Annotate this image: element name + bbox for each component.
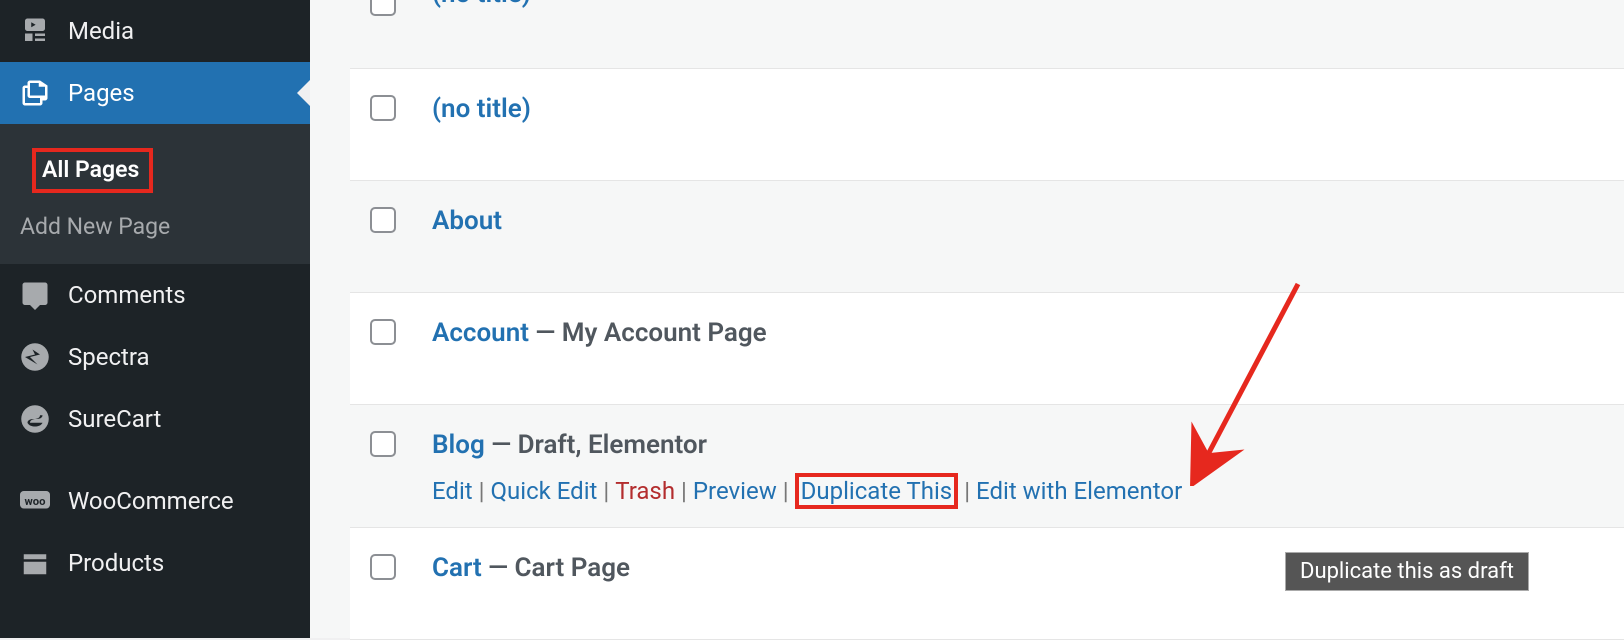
pages-icon <box>20 78 50 108</box>
page-title-suffix: — My Account Page <box>529 318 767 348</box>
action-duplicate[interactable]: Duplicate This <box>801 477 953 505</box>
page-title-link[interactable]: (no title) <box>432 0 531 9</box>
spectra-icon <box>20 342 50 372</box>
page-title-link[interactable]: Account <box>432 318 529 348</box>
products-icon <box>20 548 50 578</box>
sidebar-item-comments[interactable]: Comments <box>0 264 310 326</box>
sidebar-submenu: All Pages Add New Page <box>0 124 310 264</box>
main-content: (no title) (no title) About <box>310 0 1624 638</box>
duplicate-highlight: Duplicate This <box>795 473 959 509</box>
media-icon <box>20 16 50 46</box>
action-edit-elementor[interactable]: Edit with Elementor <box>976 477 1182 505</box>
action-quick-edit[interactable]: Quick Edit <box>491 477 598 505</box>
svg-text:woo: woo <box>25 495 46 508</box>
submenu-all-pages[interactable]: All Pages <box>0 138 310 203</box>
sidebar-item-label: Comments <box>68 281 186 309</box>
table-row: Account — My Account Page <box>350 293 1624 405</box>
page-title-link[interactable]: Blog <box>432 430 485 460</box>
row-checkbox[interactable] <box>370 0 396 16</box>
action-preview[interactable]: Preview <box>693 477 777 505</box>
page-title-link[interactable]: (no title) <box>432 94 531 124</box>
all-pages-highlight: All Pages <box>32 148 153 193</box>
page-title-suffix: — Cart Page <box>482 553 630 583</box>
tooltip: Duplicate this as draft <box>1285 552 1529 591</box>
page-title-suffix: — Draft, Elementor <box>485 430 707 460</box>
sidebar-item-label: Pages <box>68 79 135 107</box>
sidebar-item-pages[interactable]: Pages <box>0 62 310 124</box>
sidebar-item-label: SureCart <box>68 405 161 433</box>
table-row: (no title) <box>350 0 1624 69</box>
sidebar-item-label: Products <box>68 549 164 577</box>
sidebar-item-spectra[interactable]: Spectra <box>0 326 310 388</box>
page-title-link[interactable]: Cart <box>432 553 482 583</box>
sidebar-item-surecart[interactable]: SureCart <box>0 388 310 450</box>
sidebar-item-label: Media <box>68 17 134 45</box>
row-checkbox[interactable] <box>370 95 396 121</box>
page-title-link[interactable]: About <box>432 206 502 236</box>
sidebar-item-woocommerce[interactable]: woo WooCommerce <box>0 470 310 532</box>
sidebar-item-media[interactable]: Media <box>0 0 310 62</box>
table-row: Blog — Draft, Elementor Edit|Quick Edit|… <box>350 405 1624 528</box>
table-row: (no title) <box>350 69 1624 181</box>
submenu-add-new[interactable]: Add New Page <box>0 203 310 250</box>
woo-icon: woo <box>20 486 50 516</box>
sidebar-item-label: WooCommerce <box>68 487 234 515</box>
admin-sidebar: Media Pages All Pages Add New Page Comme… <box>0 0 310 638</box>
sidebar-item-products[interactable]: Products <box>0 532 310 594</box>
row-actions: Edit|Quick Edit|Trash|Preview|Duplicate … <box>432 473 1604 509</box>
table-row: About <box>350 181 1624 293</box>
row-checkbox[interactable] <box>370 431 396 457</box>
comments-icon <box>20 280 50 310</box>
sidebar-item-label: Spectra <box>68 343 150 371</box>
action-trash[interactable]: Trash <box>615 477 675 505</box>
row-checkbox[interactable] <box>370 554 396 580</box>
surecart-icon <box>20 404 50 434</box>
action-edit[interactable]: Edit <box>432 477 473 505</box>
page-list: (no title) (no title) About <box>350 0 1624 640</box>
row-checkbox[interactable] <box>370 319 396 345</box>
row-checkbox[interactable] <box>370 207 396 233</box>
